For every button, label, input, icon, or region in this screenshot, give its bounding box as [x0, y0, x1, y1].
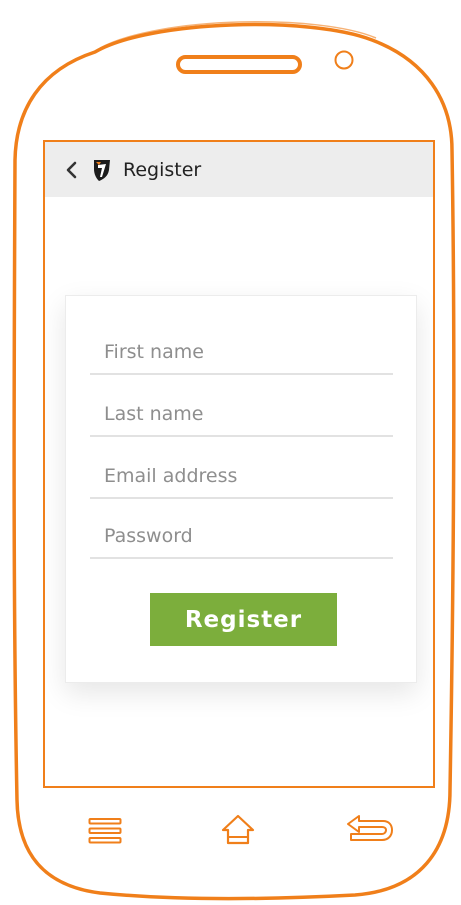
back-button[interactable] — [57, 155, 87, 185]
app-bar: Register — [45, 142, 433, 197]
page-title: Register — [123, 158, 202, 181]
chevron-left-icon — [66, 161, 77, 178]
password-input[interactable] — [90, 515, 393, 557]
email-input[interactable] — [90, 455, 393, 497]
phone-speaker — [176, 55, 302, 74]
last-name-input[interactable] — [90, 393, 393, 435]
first-name-input[interactable] — [90, 331, 393, 373]
last-name-field — [90, 393, 393, 437]
menu-icon[interactable] — [88, 817, 124, 845]
email-field — [90, 455, 393, 499]
password-field — [90, 515, 393, 559]
phone-screen: Register Register — [43, 140, 435, 788]
register-button[interactable]: Register — [150, 593, 337, 646]
phone-mockup: Register Register — [0, 0, 461, 905]
brand-shield-icon — [91, 158, 113, 182]
first-name-field — [90, 331, 393, 375]
home-icon[interactable] — [220, 813, 256, 847]
register-form-card: Register — [65, 295, 417, 683]
back-arrow-icon[interactable] — [345, 813, 395, 845]
phone-camera — [334, 50, 354, 70]
